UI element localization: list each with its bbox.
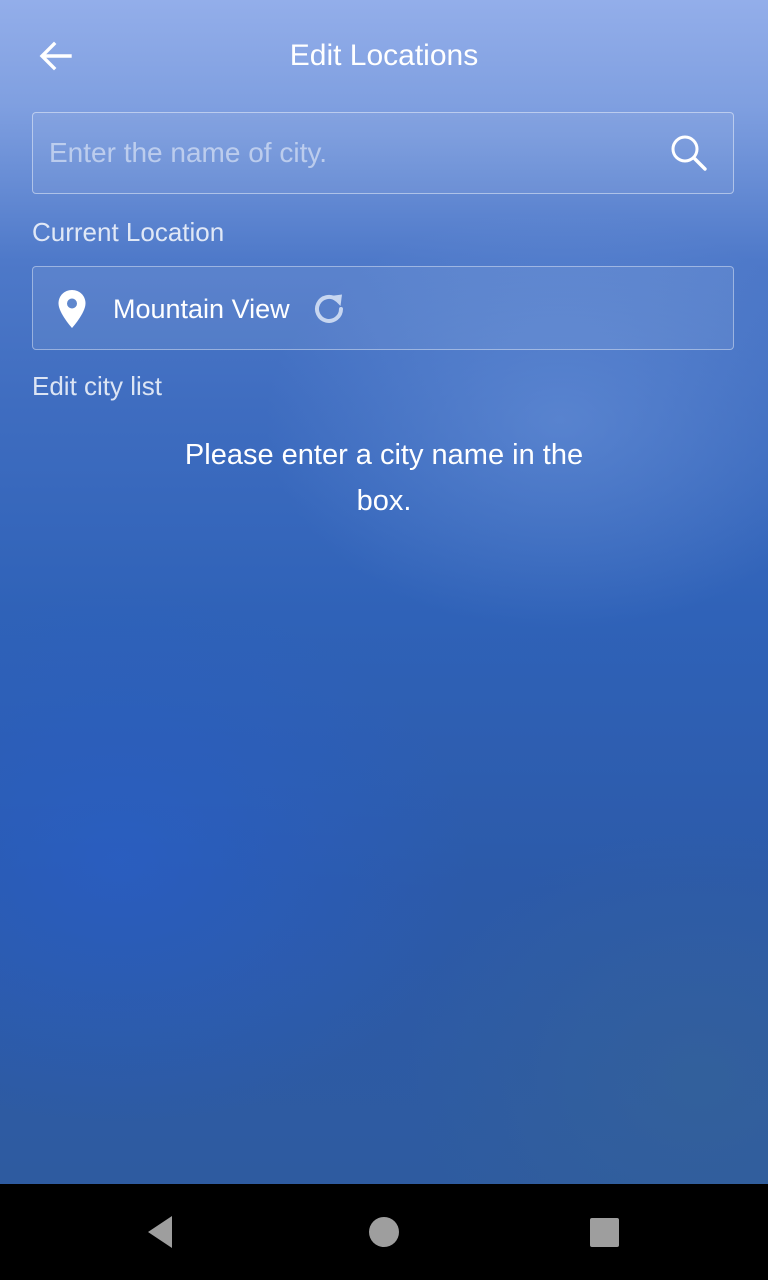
nav-recents-square-icon	[590, 1218, 619, 1247]
search-box	[32, 112, 734, 194]
current-location-card[interactable]: Mountain View	[32, 266, 734, 350]
search-button[interactable]	[667, 131, 711, 175]
page-title: Edit Locations	[289, 39, 479, 72]
search-icon	[671, 135, 707, 171]
city-search-input[interactable]	[33, 113, 653, 193]
nav-home-circle-icon	[369, 1217, 399, 1247]
system-navigation-bar	[0, 1184, 768, 1280]
header: Edit Locations	[0, 0, 768, 112]
empty-city-list-message: Please enter a city name in the box.	[184, 439, 584, 517]
nav-recents-button[interactable]	[576, 1204, 632, 1260]
nav-back-triangle-icon	[148, 1216, 172, 1248]
refresh-location-button[interactable]	[307, 287, 351, 331]
refresh-icon	[315, 294, 343, 323]
nav-back-button[interactable]	[134, 1204, 190, 1260]
current-location-city: Mountain View	[113, 294, 290, 324]
edit-city-list-label: Edit city list	[32, 371, 163, 401]
map-pin-icon	[58, 290, 86, 328]
screen: Edit Locations Current Location Mountain…	[0, 0, 768, 1280]
app-background: Edit Locations Current Location Mountain…	[0, 0, 768, 1184]
nav-home-button[interactable]	[356, 1204, 412, 1260]
current-location-label: Current Location	[32, 217, 225, 247]
